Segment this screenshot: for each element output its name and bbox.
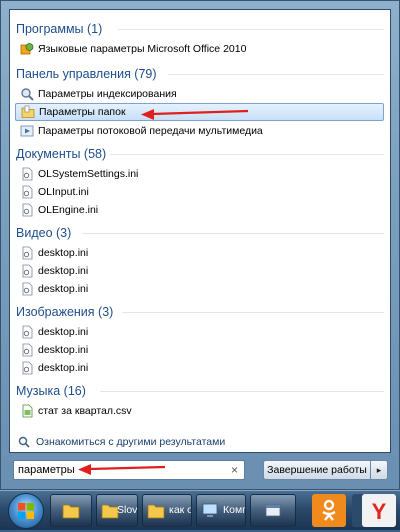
start-menu: Программы (1) Языковые параметры Microso… [0,0,400,490]
result-item-label: стат за квартал.csv [38,405,132,417]
computer-icon [202,503,218,517]
app-window-icon [265,504,281,517]
result-item-label: Параметры папок [39,106,126,118]
search-icon [18,436,30,448]
result-item-document[interactable]: OLEngine.ini [18,201,380,219]
taskbar-button-label: Компь... [223,504,246,516]
svg-text:Y: Y [372,499,387,524]
indexing-options-icon [21,88,34,101]
result-item-video[interactable]: desktop.ini [18,262,380,280]
result-item-image[interactable]: desktop.ini [18,323,380,341]
ini-file-icon [22,282,33,296]
result-item-label: Языковые параметры Microsoft Office 2010 [38,43,247,55]
group-divider [82,233,384,234]
annotation-arrow [141,109,249,120]
group-header-programs[interactable]: Программы (1) [16,20,102,38]
clear-search-icon[interactable]: × [231,462,238,478]
result-item-document[interactable]: OLSystemSettings.ini [18,165,380,183]
folder-icon [147,504,165,519]
group-header-images[interactable]: Изображения (3) [16,303,113,321]
shutdown-button[interactable]: Завершение работы [263,460,371,480]
odnoklassniki-icon[interactable] [312,494,346,527]
taskbar-button-label: как ото... [169,504,191,516]
ini-file-icon [22,185,33,199]
result-item-label: OLInput.ini [38,186,89,198]
result-item-label: OLSystemSettings.ini [38,168,139,180]
csv-file-icon [22,404,33,418]
result-item-label: desktop.ini [38,247,89,259]
result-item-image[interactable]: desktop.ini [18,341,380,359]
result-item-label: Параметры индексирования [38,88,177,100]
ini-file-icon [22,264,33,278]
group-header-documents[interactable]: Документы (58) [16,145,106,163]
folder-options-icon [21,105,35,118]
result-item-label: desktop.ini [38,326,89,338]
media-streaming-icon [20,125,34,137]
ini-file-icon [22,167,33,181]
taskbar-button-label: SlovoEB [117,504,138,516]
group-divider [110,154,384,155]
taskbar-how-to-button[interactable]: как ото... [142,494,192,527]
office-language-icon [20,43,34,55]
result-item-video[interactable]: desktop.ini [18,244,380,262]
see-more-label: Ознакомиться с другими результатами [36,436,226,448]
taskbar-folder-button[interactable] [50,494,92,527]
taskbar-slovoeb-button[interactable]: SlovoEB [96,494,138,527]
taskbar: SlovoEB как ото... Компь... Y [0,490,400,530]
folder-icon [62,504,80,519]
yandex-browser-icon[interactable]: Y [362,494,396,527]
group-divider [122,312,384,313]
result-item-label: desktop.ini [38,283,89,295]
result-item-image[interactable]: desktop.ini [18,359,380,377]
group-header-video[interactable]: Видео (3) [16,224,71,242]
result-item-document[interactable]: OLInput.ini [18,183,380,201]
result-item-label: desktop.ini [38,344,89,356]
ini-file-icon [22,203,33,217]
result-item-indexing-options[interactable]: Параметры индексирования [18,85,380,103]
group-header-control-panel[interactable]: Панель управления (79) [16,65,157,83]
group-divider [168,74,384,75]
annotation-arrow [78,464,166,475]
ini-file-icon [22,343,33,357]
result-item-office-language[interactable]: Языковые параметры Microsoft Office 2010 [18,40,380,58]
result-item-music[interactable]: стат за квартал.csv [18,402,380,420]
ini-file-icon [22,246,33,260]
result-item-label: OLEngine.ini [38,204,99,216]
group-divider [118,29,384,30]
result-item-media-streaming[interactable]: Параметры потоковой передачи мультимедиа [18,122,380,140]
shutdown-options-button[interactable]: ▸ [370,460,388,480]
result-item-label: Параметры потоковой передачи мультимедиа [38,125,263,137]
taskbar-computer-button[interactable]: Компь... [196,494,246,527]
ini-file-icon [22,361,33,375]
group-header-music[interactable]: Музыка (16) [16,382,86,400]
result-item-label: desktop.ini [38,362,89,374]
result-item-label: desktop.ini [38,265,89,277]
taskbar-app-button[interactable] [250,494,296,527]
windows-logo-icon [18,503,34,519]
search-results-panel: Программы (1) Языковые параметры Microso… [9,9,391,453]
start-button[interactable] [8,493,44,529]
group-divider [100,391,384,392]
ini-file-icon [22,325,33,339]
result-item-video[interactable]: desktop.ini [18,280,380,298]
